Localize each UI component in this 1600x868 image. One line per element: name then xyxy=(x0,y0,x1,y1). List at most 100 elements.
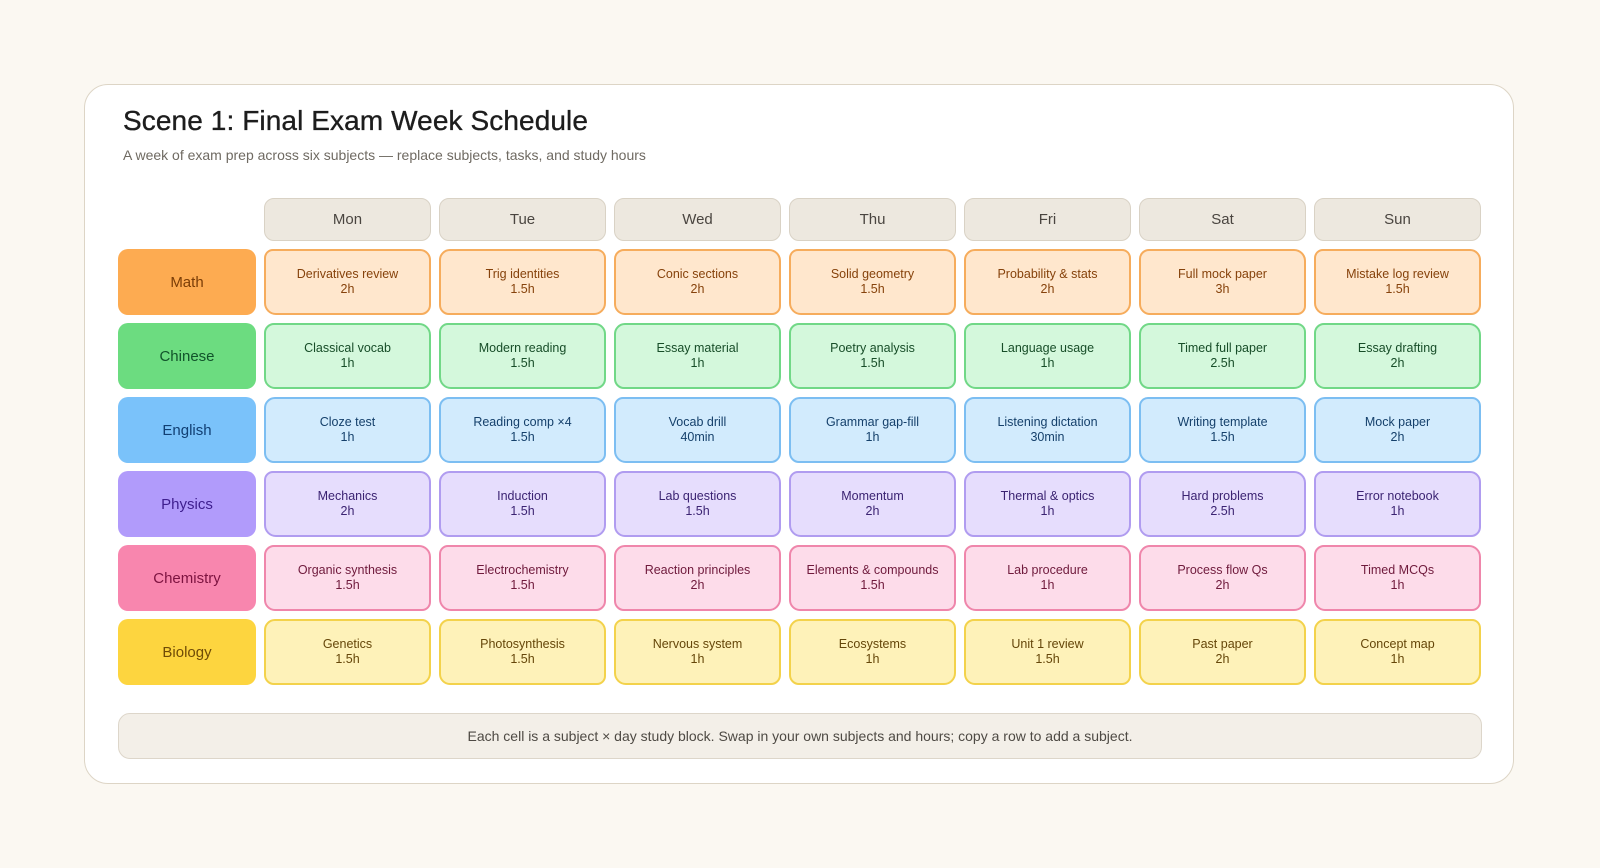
study-block-english-tue[interactable]: Reading comp ×4 1.5h xyxy=(439,397,606,463)
study-block-english-sun[interactable]: Mock paper 2h xyxy=(1314,397,1481,463)
study-block-hours: 1h xyxy=(1040,356,1055,370)
study-block-hours: 1h xyxy=(1390,578,1405,592)
study-block-physics-fri[interactable]: Thermal & optics 1h xyxy=(964,471,1131,537)
study-block-chemistry-mon[interactable]: Organic synthesis 1.5h xyxy=(264,545,431,611)
study-block-hours: 1.5h xyxy=(335,652,360,666)
study-block-physics-wed[interactable]: Lab questions 1.5h xyxy=(614,471,781,537)
day-header-wed: Wed xyxy=(614,198,781,241)
study-block-biology-wed[interactable]: Nervous system 1h xyxy=(614,619,781,685)
study-block-chinese-tue[interactable]: Modern reading 1.5h xyxy=(439,323,606,389)
study-block-task: Ecosystems xyxy=(838,637,907,651)
subject-label-chemistry: Chemistry xyxy=(118,545,256,611)
study-block-task: Elements & compounds xyxy=(806,563,939,577)
study-block-hours: 2h xyxy=(690,578,705,592)
study-block-biology-sun[interactable]: Concept map 1h xyxy=(1314,619,1481,685)
study-block-hours: 2h xyxy=(1390,430,1405,444)
study-block-task: Essay drafting xyxy=(1357,341,1438,355)
study-block-hours: 1h xyxy=(690,356,705,370)
study-block-hours: 2h xyxy=(340,282,355,296)
study-block-biology-mon[interactable]: Genetics 1.5h xyxy=(264,619,431,685)
study-block-chemistry-wed[interactable]: Reaction principles 2h xyxy=(614,545,781,611)
study-block-physics-mon[interactable]: Mechanics 2h xyxy=(264,471,431,537)
study-block-task: Cloze test xyxy=(319,415,376,429)
study-block-task: Lab questions xyxy=(658,489,737,503)
day-header-thu: Thu xyxy=(789,198,956,241)
footer-note: Each cell is a subject × day study block… xyxy=(118,713,1482,759)
study-block-math-sat[interactable]: Full mock paper 3h xyxy=(1139,249,1306,315)
study-block-task: Unit 1 review xyxy=(1011,637,1084,651)
study-block-biology-sat[interactable]: Past paper 2h xyxy=(1139,619,1306,685)
study-block-english-thu[interactable]: Grammar gap-fill 1h xyxy=(789,397,956,463)
study-block-hours: 2.5h xyxy=(1210,504,1235,518)
study-block-task: Mock paper xyxy=(1364,415,1431,429)
study-block-hours: 1.5h xyxy=(510,430,535,444)
study-block-task: Organic synthesis xyxy=(297,563,398,577)
study-block-task: Photosynthesis xyxy=(480,637,565,651)
grid-corner xyxy=(118,198,256,241)
study-block-math-thu[interactable]: Solid geometry 1.5h xyxy=(789,249,956,315)
study-block-hours: 1.5h xyxy=(510,356,535,370)
study-block-hours: 1.5h xyxy=(860,282,885,296)
page-title: Scene 1: Final Exam Week Schedule xyxy=(123,105,589,136)
study-block-biology-fri[interactable]: Unit 1 review 1.5h xyxy=(964,619,1131,685)
study-block-hours: 1.5h xyxy=(510,504,535,518)
study-block-task: Process flow Qs xyxy=(1177,563,1268,577)
study-block-hours: 2h xyxy=(1390,356,1405,370)
subject-label-biology: Biology xyxy=(118,619,256,685)
subject-label-english: English xyxy=(118,397,256,463)
study-block-math-sun[interactable]: Mistake log review 1.5h xyxy=(1314,249,1481,315)
study-block-hours: 1h xyxy=(1040,578,1055,592)
study-block-physics-sat[interactable]: Hard problems 2.5h xyxy=(1139,471,1306,537)
study-block-physics-tue[interactable]: Induction 1.5h xyxy=(439,471,606,537)
study-block-chinese-mon[interactable]: Classical vocab 1h xyxy=(264,323,431,389)
study-block-task: Listening dictation xyxy=(997,415,1098,429)
study-block-chemistry-tue[interactable]: Electrochemistry 1.5h xyxy=(439,545,606,611)
study-block-english-fri[interactable]: Listening dictation 30min xyxy=(964,397,1131,463)
study-block-english-sat[interactable]: Writing template 1.5h xyxy=(1139,397,1306,463)
study-block-hours: 1h xyxy=(1390,504,1405,518)
study-block-task: Essay material xyxy=(656,341,739,355)
study-block-task: Vocab drill xyxy=(668,415,727,429)
study-block-hours: 2h xyxy=(1215,652,1230,666)
study-block-english-mon[interactable]: Cloze test 1h xyxy=(264,397,431,463)
study-block-task: Past paper xyxy=(1192,637,1253,651)
study-block-hours: 1h xyxy=(340,430,355,444)
subject-label-math: Math xyxy=(118,249,256,315)
study-block-task: Mechanics xyxy=(317,489,378,503)
study-block-task: Derivatives review xyxy=(296,267,399,281)
study-block-biology-thu[interactable]: Ecosystems 1h xyxy=(789,619,956,685)
study-block-math-tue[interactable]: Trig identities 1.5h xyxy=(439,249,606,315)
study-block-biology-tue[interactable]: Photosynthesis 1.5h xyxy=(439,619,606,685)
study-block-chinese-wed[interactable]: Essay material 1h xyxy=(614,323,781,389)
schedule-card: Scene 1: Final Exam Week Schedule A week… xyxy=(84,84,1514,784)
study-block-chinese-fri[interactable]: Language usage 1h xyxy=(964,323,1131,389)
study-block-chemistry-sat[interactable]: Process flow Qs 2h xyxy=(1139,545,1306,611)
study-block-hours: 1.5h xyxy=(1035,652,1060,666)
study-block-math-fri[interactable]: Probability & stats 2h xyxy=(964,249,1131,315)
study-block-hours: 3h xyxy=(1215,282,1230,296)
study-block-physics-thu[interactable]: Momentum 2h xyxy=(789,471,956,537)
study-block-hours: 1h xyxy=(1390,652,1405,666)
study-block-hours: 1h xyxy=(340,356,355,370)
study-block-physics-sun[interactable]: Error notebook 1h xyxy=(1314,471,1481,537)
study-block-task: Electrochemistry xyxy=(476,563,569,577)
study-block-task: Timed full paper xyxy=(1177,341,1268,355)
study-block-english-wed[interactable]: Vocab drill 40min xyxy=(614,397,781,463)
study-block-math-mon[interactable]: Derivatives review 2h xyxy=(264,249,431,315)
day-header-sat: Sat xyxy=(1139,198,1306,241)
study-block-math-wed[interactable]: Conic sections 2h xyxy=(614,249,781,315)
study-block-hours: 1.5h xyxy=(335,578,360,592)
study-block-task: Classical vocab xyxy=(304,341,391,355)
study-block-chinese-sat[interactable]: Timed full paper 2.5h xyxy=(1139,323,1306,389)
study-block-chinese-sun[interactable]: Essay drafting 2h xyxy=(1314,323,1481,389)
study-block-hours: 2h xyxy=(1040,282,1055,296)
study-block-hours: 2h xyxy=(690,282,705,296)
page-subtitle: A week of exam prep across six subjects … xyxy=(123,147,646,163)
study-block-hours: 1.5h xyxy=(510,282,535,296)
study-block-hours: 2h xyxy=(340,504,355,518)
study-block-chemistry-thu[interactable]: Elements & compounds 1.5h xyxy=(789,545,956,611)
study-block-chemistry-sun[interactable]: Timed MCQs 1h xyxy=(1314,545,1481,611)
study-block-chinese-thu[interactable]: Poetry analysis 1.5h xyxy=(789,323,956,389)
study-block-chemistry-fri[interactable]: Lab procedure 1h xyxy=(964,545,1131,611)
study-block-task: Mistake log review xyxy=(1346,267,1449,281)
